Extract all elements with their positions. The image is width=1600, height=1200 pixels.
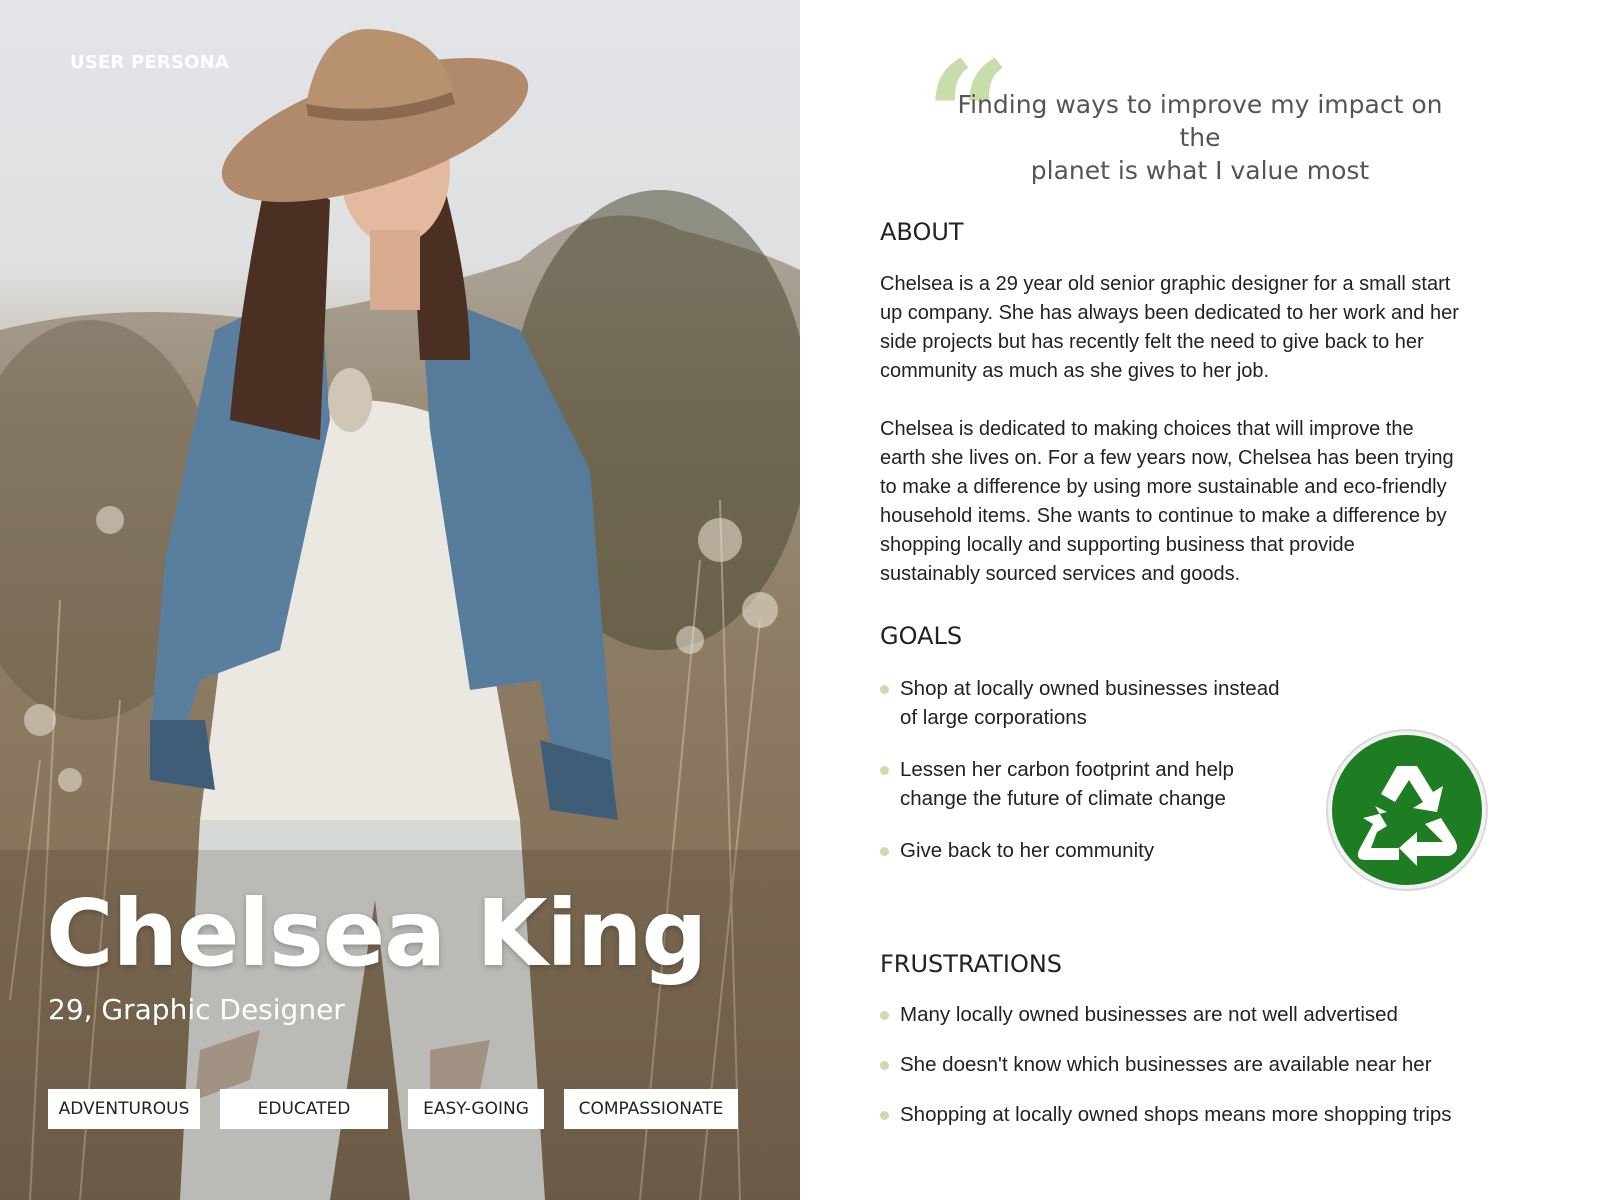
about-line: side projects but has recently felt the …	[880, 331, 1424, 353]
about-line: up company. She has always been dedicate…	[880, 302, 1459, 324]
trait-tag: ADVENTUROUS	[48, 1089, 200, 1129]
about-line: sustainably sourced services and goods.	[880, 563, 1241, 585]
about-line: community as much as she gives to her jo…	[880, 360, 1270, 382]
goal-line: Give back to her community	[900, 839, 1155, 862]
about-line: Chelsea is dedicated to making choices t…	[880, 418, 1414, 440]
persona-quote: Finding ways to improve my impact on the…	[940, 88, 1460, 187]
goal-line: change the future of climate change	[900, 787, 1226, 810]
frustration-text: Many locally owned businesses are not we…	[900, 1003, 1398, 1026]
about-line: household items. She wants to continue t…	[880, 505, 1447, 527]
persona-photo: USER PERSONA Chelsea King 29, Graphic De…	[0, 0, 800, 1200]
bullet-icon	[880, 1011, 889, 1020]
about-line: Chelsea is a 29 year old senior graphic …	[880, 273, 1451, 295]
about-paragraph-1: Chelsea is a 29 year old senior graphic …	[880, 270, 1520, 386]
bullet-icon	[880, 1061, 889, 1070]
about-line: earth she lives on. For a few years now,…	[880, 447, 1454, 469]
trait-tag: EASY-GOING	[408, 1089, 544, 1129]
bullet-icon	[880, 847, 889, 856]
trait-tag: EDUCATED	[220, 1089, 388, 1129]
frustrations-title: FRUSTRATIONS	[880, 950, 1063, 978]
bullet-icon	[880, 685, 889, 694]
persona-name: Chelsea King	[46, 880, 707, 987]
trait-tag: COMPASSIONATE	[564, 1089, 738, 1129]
goals-title: GOALS	[880, 622, 963, 650]
goal-line: of large corporations	[900, 706, 1087, 729]
frustration-text: Shopping at locally owned shops means mo…	[900, 1103, 1452, 1126]
frustration-text: She doesn't know which businesses are av…	[900, 1053, 1432, 1076]
quote-line: planet is what I value most	[1030, 156, 1370, 185]
persona-role: 29, Graphic Designer	[48, 993, 345, 1026]
bullet-icon	[880, 1111, 889, 1120]
about-title: ABOUT	[880, 218, 964, 246]
about-line: to make a difference by using more susta…	[880, 476, 1447, 498]
bullet-icon	[880, 766, 889, 775]
recycle-icon	[1326, 729, 1488, 891]
quote-line: Finding ways to improve my impact on the	[957, 90, 1443, 152]
about-paragraph-2: Chelsea is dedicated to making choices t…	[880, 415, 1520, 589]
goal-line: Lessen her carbon footprint and help	[900, 758, 1234, 781]
persona-label: USER PERSONA	[70, 52, 230, 73]
about-line: shopping locally and supporting business…	[880, 534, 1355, 556]
goal-line: Shop at locally owned businesses instead	[900, 677, 1280, 700]
